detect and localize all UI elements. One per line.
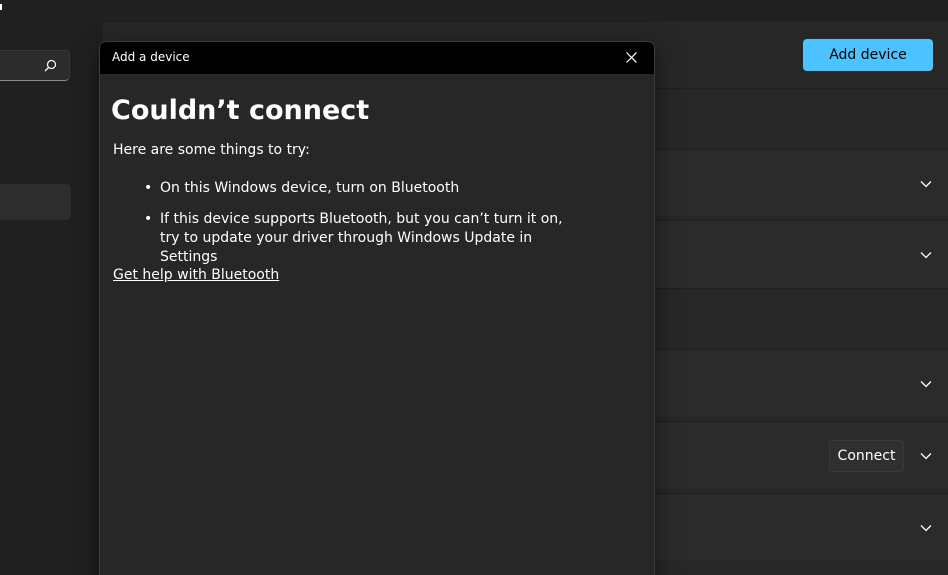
chevron-down-icon[interactable] bbox=[920, 450, 932, 462]
dialog-intro-text: Here are some things to try: bbox=[113, 142, 310, 158]
window-edge-mark bbox=[0, 4, 2, 10]
search-icon[interactable] bbox=[44, 59, 57, 72]
tips-list: • On this Windows device, turn on Bluetoo… bbox=[144, 179, 564, 279]
list-item: • If this device supports Bluetooth, but … bbox=[144, 211, 563, 265]
dialog-title: Add a device bbox=[112, 50, 190, 64]
list-item: • On this Windows device, turn on Bluetoo… bbox=[144, 180, 460, 196]
chevron-down-icon[interactable] bbox=[920, 378, 932, 390]
close-button[interactable] bbox=[608, 42, 654, 74]
chevron-down-icon[interactable] bbox=[920, 178, 932, 190]
nav-item-selected[interactable] bbox=[0, 184, 71, 220]
chevron-down-icon[interactable] bbox=[920, 249, 932, 261]
settings-search-input[interactable] bbox=[0, 50, 70, 81]
close-icon[interactable] bbox=[626, 52, 637, 63]
dialog-heading: Couldn’t connect bbox=[111, 95, 370, 126]
dialog-titlebar: Add a device bbox=[100, 42, 654, 74]
chevron-down-icon[interactable] bbox=[920, 522, 932, 534]
tip-text: On this Windows device, turn on Bluetoot… bbox=[160, 180, 460, 196]
settings-window: Add device Connect Add a device Couldn’t… bbox=[0, 0, 948, 575]
bluetooth-help-link[interactable]: Get help with Bluetooth bbox=[113, 267, 279, 283]
tip-text: If this device supports Bluetooth, but y… bbox=[160, 211, 563, 265]
add-device-button[interactable]: Add device bbox=[803, 39, 933, 71]
add-device-dialog: Add a device Couldn’t connect Here are s… bbox=[99, 41, 655, 575]
connect-button[interactable]: Connect bbox=[829, 440, 904, 472]
